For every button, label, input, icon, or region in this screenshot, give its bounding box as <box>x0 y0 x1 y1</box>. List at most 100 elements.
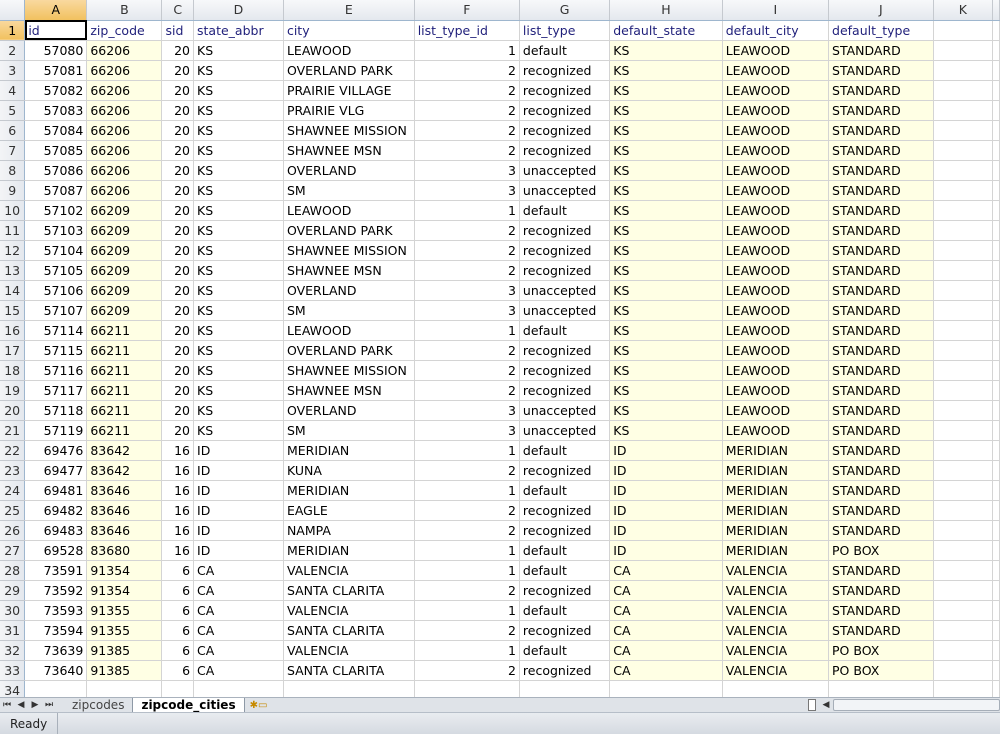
cell-k[interactable] <box>933 320 994 341</box>
column-header-c[interactable]: C <box>161 0 195 21</box>
cell-h[interactable]: ID <box>609 500 723 521</box>
cell-d[interactable]: ID <box>193 480 284 501</box>
cell-b[interactable]: 91385 <box>86 640 163 661</box>
cell-g[interactable]: unaccepted <box>519 400 611 421</box>
cell-d[interactable]: KS <box>193 400 284 421</box>
cell-j[interactable]: STANDARD <box>828 440 934 461</box>
empty-cell[interactable] <box>283 680 415 697</box>
row-header[interactable]: 17 <box>0 340 26 361</box>
cell-k[interactable] <box>933 280 994 301</box>
cell-i[interactable]: VALENCIA <box>722 560 830 581</box>
cell-f[interactable]: 2 <box>414 580 520 601</box>
cell-j[interactable]: STANDARD <box>828 340 934 361</box>
cell-g[interactable]: recognized <box>519 360 611 381</box>
cell-j[interactable]: STANDARD <box>828 380 934 401</box>
cell-b[interactable]: 66206 <box>86 160 163 181</box>
cell-x[interactable] <box>992 40 1000 61</box>
cell-g[interactable]: default <box>519 320 611 341</box>
cell-d[interactable]: ID <box>193 500 284 521</box>
cell-i[interactable]: VALENCIA <box>722 600 830 621</box>
empty-cell[interactable] <box>722 680 830 697</box>
column-header-i[interactable]: I <box>722 0 830 21</box>
cell-c[interactable]: 20 <box>161 140 195 161</box>
cell-c[interactable]: 20 <box>161 100 195 121</box>
cell-g[interactable]: recognized <box>519 340 611 361</box>
cell-e[interactable]: SANTA CLARITA <box>283 660 415 681</box>
row-header[interactable]: 25 <box>0 500 26 521</box>
cell-h[interactable]: KS <box>609 420 723 441</box>
row-header[interactable]: 7 <box>0 140 26 161</box>
empty-cell[interactable] <box>414 680 520 697</box>
cell-a[interactable]: 57116 <box>24 360 88 381</box>
row-header[interactable]: 16 <box>0 320 26 341</box>
cell-h[interactable]: KS <box>609 60 723 81</box>
cell-h[interactable]: KS <box>609 40 723 61</box>
cell-c[interactable]: 16 <box>161 440 195 461</box>
cell-g[interactable]: recognized <box>519 520 611 541</box>
cell-a[interactable]: 57118 <box>24 400 88 421</box>
cell-j[interactable]: STANDARD <box>828 80 934 101</box>
cell-b[interactable]: 83646 <box>86 480 163 501</box>
cell-e[interactable]: MERIDIAN <box>283 480 415 501</box>
cell-f[interactable]: 3 <box>414 420 520 441</box>
cell-f[interactable]: 2 <box>414 660 520 681</box>
row-header[interactable]: 21 <box>0 420 26 441</box>
cell-x[interactable] <box>992 20 1000 41</box>
row-header[interactable]: 2 <box>0 40 26 61</box>
cell-b[interactable]: 91355 <box>86 600 163 621</box>
cell-k[interactable] <box>933 40 994 61</box>
cell-f[interactable]: 2 <box>414 220 520 241</box>
cell-k[interactable] <box>933 160 994 181</box>
row-header[interactable]: 24 <box>0 480 26 501</box>
cell-i[interactable]: LEAWOOD <box>722 180 830 201</box>
cell-x[interactable] <box>992 60 1000 81</box>
cell-e[interactable]: NAMPA <box>283 520 415 541</box>
empty-cell[interactable] <box>193 680 284 697</box>
cell-x[interactable] <box>992 120 1000 141</box>
cell-c[interactable]: 20 <box>161 200 195 221</box>
cell-d[interactable]: KS <box>193 340 284 361</box>
cell-i[interactable]: LEAWOOD <box>722 260 830 281</box>
cell-b[interactable]: 83642 <box>86 440 163 461</box>
cell-x[interactable] <box>992 160 1000 181</box>
cell-k[interactable] <box>933 220 994 241</box>
row-header[interactable]: 27 <box>0 540 26 561</box>
cell-c[interactable]: 20 <box>161 340 195 361</box>
cell-c[interactable]: 20 <box>161 400 195 421</box>
cell-x[interactable] <box>992 580 1000 601</box>
cell-e[interactable]: PRAIRIE VLG <box>283 100 415 121</box>
cell-c[interactable]: 20 <box>161 280 195 301</box>
row-header[interactable]: 13 <box>0 260 26 281</box>
cell-f[interactable]: 3 <box>414 300 520 321</box>
column-header-e[interactable]: E <box>283 0 415 21</box>
row-header[interactable]: 31 <box>0 620 26 641</box>
cell-f[interactable]: 2 <box>414 140 520 161</box>
cell-f[interactable]: list_type_id <box>414 20 520 41</box>
empty-cell[interactable] <box>86 680 163 697</box>
last-sheet-icon[interactable]: ⏭ <box>42 698 56 712</box>
cell-x[interactable] <box>992 500 1000 521</box>
cell-d[interactable]: CA <box>193 560 284 581</box>
cell-d[interactable]: KS <box>193 120 284 141</box>
cell-i[interactable]: LEAWOOD <box>722 140 830 161</box>
cell-k[interactable] <box>933 420 994 441</box>
column-header-f[interactable]: F <box>414 0 520 21</box>
cell-d[interactable]: CA <box>193 600 284 621</box>
cell-f[interactable]: 1 <box>414 40 520 61</box>
cell-j[interactable]: STANDARD <box>828 280 934 301</box>
cell-j[interactable]: STANDARD <box>828 240 934 261</box>
cell-d[interactable]: CA <box>193 640 284 661</box>
cell-k[interactable] <box>933 20 994 41</box>
cell-d[interactable]: KS <box>193 200 284 221</box>
cell-f[interactable]: 3 <box>414 280 520 301</box>
row-header[interactable]: 30 <box>0 600 26 621</box>
column-header-k[interactable]: K <box>933 0 994 21</box>
cell-h[interactable]: ID <box>609 520 723 541</box>
cell-i[interactable]: LEAWOOD <box>722 380 830 401</box>
row-header[interactable]: 32 <box>0 640 26 661</box>
cell-a[interactable]: 73593 <box>24 600 88 621</box>
cell-x[interactable] <box>992 260 1000 281</box>
cell-e[interactable]: OVERLAND <box>283 160 415 181</box>
row-header[interactable]: 5 <box>0 100 26 121</box>
cell-g[interactable]: recognized <box>519 660 611 681</box>
